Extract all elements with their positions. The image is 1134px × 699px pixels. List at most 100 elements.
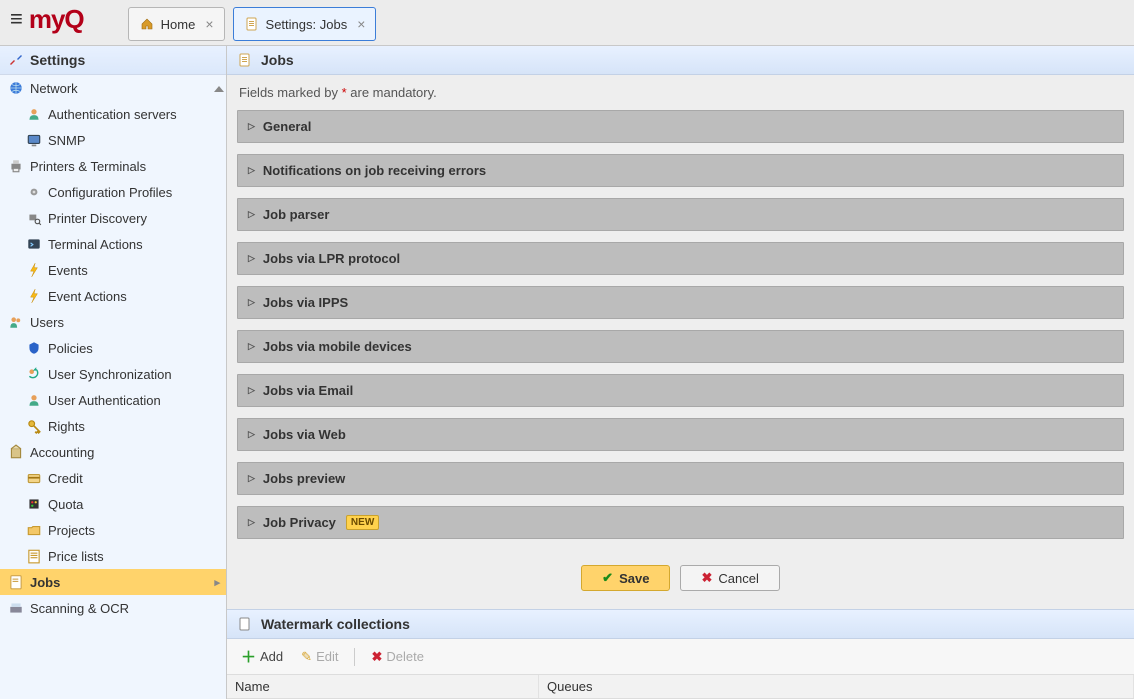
sidebar-item-events[interactable]: Events [0, 257, 226, 283]
sidebar-item-user-authentication[interactable]: User Authentication [0, 387, 226, 413]
chevron-right-icon: ▷ [248, 297, 255, 308]
sidebar-item-label: Event Actions [48, 289, 127, 304]
section-job-parser[interactable]: ▷ Job parser [237, 198, 1124, 231]
sidebar-item-quota[interactable]: Quota [0, 491, 226, 517]
section-label: Jobs via Email [263, 383, 353, 398]
cancel-icon: ✖ [701, 570, 712, 586]
gauge-icon [26, 496, 42, 512]
settings-sidebar: Settings NetworkAuthentication serversSN… [0, 46, 227, 699]
terminal-icon [26, 236, 42, 252]
key-icon [26, 418, 42, 434]
section-jobs-via-email[interactable]: ▷Jobs via Email [237, 374, 1124, 407]
watermark-table-header: Name Queues [227, 675, 1134, 699]
tab-home-close[interactable]: × [205, 16, 213, 32]
sync-icon [26, 366, 42, 382]
column-name[interactable]: Name [227, 675, 539, 698]
save-label: Save [619, 571, 649, 586]
content-body: Fields marked by * are mandatory. ▷Gener… [227, 75, 1134, 699]
tab-settings-jobs[interactable]: Settings: Jobs × [233, 7, 377, 41]
workspace: Settings NetworkAuthentication serversSN… [0, 46, 1134, 699]
sidebar-item-label: Printer Discovery [48, 211, 147, 226]
bolt-icon [26, 262, 42, 278]
tab-strip: Home × Settings: Jobs × [128, 7, 377, 45]
sidebar-item-label: Accounting [30, 445, 94, 460]
app-logo: myQ [29, 4, 98, 41]
sidebar-item-credit[interactable]: Credit [0, 465, 226, 491]
sidebar-item-snmp[interactable]: SNMP [0, 127, 226, 153]
section-notifications-on-job-receiving-errors[interactable]: ▷Notifications on job receiving errors [237, 154, 1124, 187]
sidebar-item-rights[interactable]: Rights [0, 413, 226, 439]
watermark-title: Watermark collections [261, 616, 410, 632]
sidebar-item-projects[interactable]: Projects [0, 517, 226, 543]
toolbar-separator [354, 648, 355, 666]
document-icon [244, 16, 260, 32]
page-title: Jobs [261, 52, 294, 68]
sidebar-item-accounting[interactable]: Accounting [0, 439, 226, 465]
tab-settings-jobs-label: Settings: Jobs [266, 17, 348, 32]
section-general[interactable]: ▷General [237, 110, 1124, 143]
sidebar-item-label: Rights [48, 419, 85, 434]
section-jobs-via-web[interactable]: ▷Jobs via Web [237, 418, 1124, 451]
sidebar-item-event-actions[interactable]: Event Actions [0, 283, 226, 309]
sidebar-item-label: SNMP [48, 133, 86, 148]
sidebar-item-policies[interactable]: Policies [0, 335, 226, 361]
chevron-right-icon: ▷ [248, 253, 255, 264]
plus-icon: ＋ [241, 646, 256, 667]
chevron-right-icon: ▷ [248, 341, 255, 352]
sidebar-item-label: Projects [48, 523, 95, 538]
users-icon [8, 314, 24, 330]
sidebar-item-terminal-actions[interactable]: Terminal Actions [0, 231, 226, 257]
sidebar-item-authentication-servers[interactable]: Authentication servers [0, 101, 226, 127]
menu-toggle[interactable]: ≡ [6, 6, 29, 40]
section-label: Job Privacy [263, 515, 336, 530]
sidebar-item-price-lists[interactable]: Price lists [0, 543, 226, 569]
sidebar-item-users[interactable]: Users [0, 309, 226, 335]
add-button[interactable]: ＋ Add [233, 643, 291, 670]
section-label: Jobs via Web [263, 427, 346, 442]
tab-settings-jobs-close[interactable]: × [357, 16, 365, 32]
section-job-privacy[interactable]: ▷Job PrivacyNEW [237, 506, 1124, 539]
sidebar-item-label: Authentication servers [48, 107, 177, 122]
tab-home[interactable]: Home × [128, 7, 225, 41]
sidebar-item-label: Scanning & OCR [30, 601, 129, 616]
content-pane: Jobs Fields marked by * are mandatory. ▷… [227, 46, 1134, 699]
sidebar-item-user-synchronization[interactable]: User Synchronization [0, 361, 226, 387]
section-jobs-preview[interactable]: ▷Jobs preview [237, 462, 1124, 495]
sidebar-item-scanning-ocr[interactable]: Scanning & OCR [0, 595, 226, 621]
sidebar-item-jobs[interactable]: Jobs▸ [0, 569, 226, 595]
tools-icon [8, 52, 24, 68]
doc-icon [8, 574, 24, 590]
section-label: Jobs via LPR protocol [263, 251, 400, 266]
sidebar-item-label: Price lists [48, 549, 104, 564]
bolt-icon [26, 288, 42, 304]
sidebar-item-configuration-profiles[interactable]: Configuration Profiles [0, 179, 226, 205]
section-label: Job parser [263, 207, 329, 222]
section-jobs-via-mobile-devices[interactable]: ▷Jobs via mobile devices [237, 330, 1124, 363]
column-queues[interactable]: Queues [539, 675, 1134, 698]
globe-icon [8, 80, 24, 96]
cancel-button[interactable]: ✖ Cancel [680, 565, 779, 591]
shield-icon [26, 340, 42, 356]
settings-tree[interactable]: Network Authentication servers SNMP Printer… [0, 75, 226, 696]
form-buttons: ✔ Save ✖ Cancel [227, 553, 1134, 609]
card-icon [26, 470, 42, 486]
top-bar: ≡ myQ Home × Settings: Jobs × [0, 0, 1134, 46]
delete-button[interactable]: ✖ Delete [363, 646, 431, 668]
section-jobs-via-ipps[interactable]: ▷Jobs via IPPS [237, 286, 1124, 319]
sidebar-item-label: Jobs [30, 575, 60, 590]
gear-icon [26, 184, 42, 200]
chevron-right-icon: ▷ [248, 209, 255, 220]
save-button[interactable]: ✔ Save [581, 565, 670, 591]
add-label: Add [260, 649, 283, 664]
sidebar-item-printers-terminals[interactable]: Printers & Terminals [0, 153, 226, 179]
section-label: General [263, 119, 311, 134]
document-icon [237, 52, 253, 68]
sidebar-item-network[interactable]: Network [0, 75, 226, 101]
section-jobs-via-lpr-protocol[interactable]: ▷ Jobs via LPR protocol [237, 242, 1124, 275]
check-icon: ✔ [602, 570, 613, 586]
pencil-icon: ✎ [301, 649, 312, 665]
watermark-toolbar: ＋ Add ✎ Edit ✖ Delete [227, 639, 1134, 675]
sidebar-item-printer-discovery[interactable]: Printer Discovery [0, 205, 226, 231]
sidebar-item-label: User Synchronization [48, 367, 172, 382]
edit-button[interactable]: ✎ Edit [293, 646, 346, 668]
